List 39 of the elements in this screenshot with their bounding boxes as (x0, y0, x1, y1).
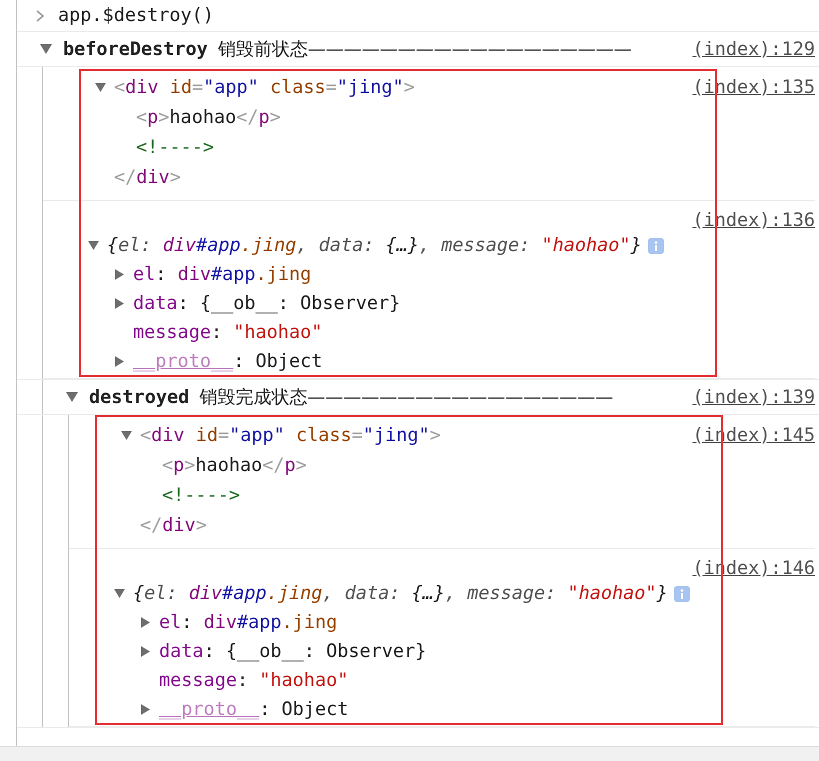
code-line: <div id="app" class="jing"> (140, 424, 441, 446)
expand-triangle-icon[interactable] (115, 298, 124, 309)
code-line: el: div#app.jing (133, 264, 312, 285)
code-line: </div> (140, 514, 207, 536)
code-line: {el: div#app.jing, data: {…}, message: "haohao"} (107, 235, 642, 256)
code-line: <p>haohao</p> (136, 106, 281, 128)
code-line: </div> (114, 166, 181, 188)
prompt-icon (36, 10, 45, 22)
expand-triangle-icon[interactable] (66, 392, 78, 402)
source-link[interactable]: (index):129 (692, 38, 815, 60)
expand-triangle-icon[interactable] (141, 704, 150, 715)
group-note: 销毁前状态—————————————————— (218, 38, 632, 61)
code-line: message: "haohao" (133, 322, 322, 343)
code-line: <!----> (162, 484, 240, 506)
expand-triangle-icon[interactable] (95, 82, 106, 92)
code-line: <p>haohao</p> (162, 454, 307, 476)
group-note: 销毁完成状态————————————————— (199, 386, 614, 409)
code-line: data: {__ob__: Observer} (159, 641, 426, 662)
expand-triangle-icon[interactable] (121, 430, 132, 440)
code-line: __proto__: Object (133, 351, 322, 372)
code-line: {el: div#app.jing, data: {…}, message: "haohao"} (133, 583, 668, 604)
group-label: beforeDestroy (63, 38, 208, 60)
code-line: __proto__: Object (159, 699, 348, 720)
source-link[interactable]: (index):139 (692, 386, 815, 408)
code-line: message: "haohao" (159, 670, 348, 691)
expand-triangle-icon[interactable] (115, 356, 124, 367)
expand-triangle-icon[interactable] (88, 241, 99, 250)
expand-triangle-icon[interactable] (40, 44, 52, 54)
horizontal-scrollbar[interactable] (0, 746, 819, 761)
group-label: destroyed (89, 386, 190, 408)
code-line: data: {__ob__: Observer} (133, 293, 400, 314)
expand-triangle-icon[interactable] (141, 617, 150, 628)
code-line: el: div#app.jing (159, 612, 338, 633)
expand-triangle-icon[interactable] (114, 589, 125, 598)
expand-triangle-icon[interactable] (141, 646, 150, 657)
console-command: app.$destroy() (58, 5, 214, 26)
code-line: <!----> (136, 136, 214, 158)
code-line: <div id="app" class="jing"> (114, 76, 415, 98)
expand-triangle-icon[interactable] (115, 269, 124, 280)
